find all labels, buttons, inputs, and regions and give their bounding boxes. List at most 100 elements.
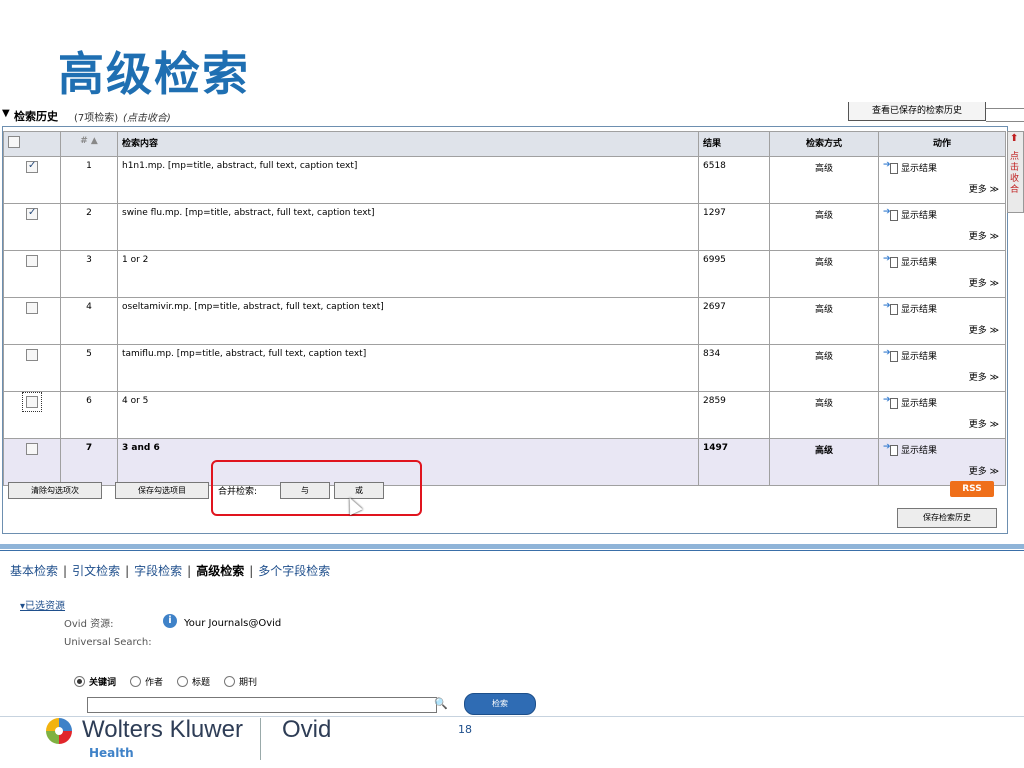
side-collapse-tab[interactable]: ⬆ 点击收合 <box>1007 131 1024 213</box>
search-mode-nav: 基本检索 | 引文检索 | 字段检索 | 高级检索 | 多个字段检索 <box>10 562 330 579</box>
show-results-label: 显示结果 <box>901 258 938 268</box>
show-results-icon <box>883 442 898 456</box>
header-num[interactable]: # ▲ <box>60 131 118 157</box>
info-icon[interactable]: i <box>163 614 177 628</box>
up-arrow-icon: ⬆ <box>1010 133 1019 144</box>
select-all-cell[interactable] <box>3 131 61 157</box>
table-row: 2swine flu.mp. [mp=title, abstract, full… <box>3 203 1006 251</box>
row-query: 4 or 5 <box>117 391 699 439</box>
row-checkbox[interactable] <box>26 207 38 220</box>
history-button-bar: 清除勾选项次 保存勾选项目 合并检索: 与 或 <box>3 477 1004 501</box>
search-field-radio[interactable]: 期刊 <box>224 675 257 688</box>
row-query: 1 or 2 <box>117 250 699 298</box>
more-link[interactable]: 更多 ≫ <box>883 229 1001 242</box>
show-results-label: 显示结果 <box>901 305 938 315</box>
more-link[interactable]: 更多 ≫ <box>883 182 1001 195</box>
nav-separator: | <box>187 564 192 578</box>
search-field-radio[interactable]: 关键词 <box>74 675 116 688</box>
row-checkbox-cell[interactable] <box>3 156 61 204</box>
save-selected-button[interactable]: 保存勾选项目 <box>115 482 209 499</box>
show-results-link[interactable]: 显示结果 <box>883 254 1001 269</box>
collapse-hint-link[interactable]: (点击收合) <box>123 109 171 124</box>
wolters-kluwer-logo <box>46 718 72 744</box>
nav-separator: | <box>125 564 130 578</box>
show-results-icon <box>883 301 898 315</box>
brand-name: Wolters Kluwer <box>82 716 243 743</box>
more-link[interactable]: 更多 ≫ <box>883 276 1001 289</box>
row-method: 高级 <box>769 297 879 345</box>
search-field-radio[interactable]: 标题 <box>177 675 210 688</box>
nav-separator: | <box>63 564 68 578</box>
row-results: 6518 <box>698 156 770 204</box>
row-checkbox-cell[interactable] <box>3 344 61 392</box>
show-results-label: 显示结果 <box>901 352 938 362</box>
collapse-triangle-icon[interactable]: ▼ <box>2 108 10 119</box>
clear-selected-button[interactable]: 清除勾选项次 <box>8 482 102 499</box>
table-row: 31 or 26995高级显示结果更多 ≫ <box>3 250 1006 298</box>
more-link[interactable]: 更多 ≫ <box>883 323 1001 336</box>
row-checkbox[interactable] <box>22 392 42 412</box>
row-query: h1n1.mp. [mp=title, abstract, full text,… <box>117 156 699 204</box>
more-link[interactable]: 更多 ≫ <box>883 370 1001 383</box>
nav-item[interactable]: 引文检索 <box>72 564 120 578</box>
show-results-label: 显示结果 <box>901 164 938 174</box>
search-button[interactable]: 检索 <box>464 693 536 715</box>
row-number: 6 <box>60 391 118 439</box>
show-results-link[interactable]: 显示结果 <box>883 348 1001 363</box>
history-table: # ▲ 检索内容 结果 检索方式 动作 1h1n1.mp. [mp=title,… <box>3 131 1006 486</box>
radio-dot-icon[interactable] <box>224 676 236 687</box>
history-count: (7项检索) <box>74 113 119 124</box>
row-checkbox[interactable] <box>26 302 38 314</box>
header-content: 检索内容 <box>117 131 699 157</box>
radio-label: 关键词 <box>89 678 117 688</box>
rss-label: RSS <box>962 484 982 494</box>
more-link[interactable]: 更多 ≫ <box>883 464 1001 477</box>
table-row: 4 oseltamivir.mp. [mp=title, abstract, fu… <box>3 297 1006 345</box>
row-checkbox-cell[interactable] <box>3 391 61 439</box>
row-method: 高级 <box>769 391 879 439</box>
row-checkbox[interactable] <box>26 443 38 455</box>
row-checkbox[interactable] <box>26 255 38 267</box>
search-input[interactable] <box>87 697 437 713</box>
selected-resources-toggle[interactable]: ▾已选资源 <box>20 597 65 612</box>
radio-dot-icon[interactable] <box>74 676 85 687</box>
row-results: 1297 <box>698 203 770 251</box>
show-results-link[interactable]: 显示结果 <box>883 301 1001 316</box>
row-checkbox[interactable] <box>26 160 38 173</box>
ovid-resources-value: Your Journals@Ovid <box>184 618 282 629</box>
show-results-link[interactable]: 显示结果 <box>883 395 1001 410</box>
nav-item[interactable]: 高级检索 <box>196 564 244 578</box>
radio-dot-icon[interactable] <box>177 676 189 687</box>
show-results-link[interactable]: 显示结果 <box>883 442 1001 457</box>
row-method: 高级 <box>769 203 879 251</box>
brand-sub: Health <box>89 746 134 760</box>
select-all-checkbox[interactable] <box>8 136 20 148</box>
nav-item[interactable]: 字段检索 <box>134 564 182 578</box>
rss-button[interactable]: RSS <box>950 481 994 497</box>
row-actions: 显示结果更多 ≫ <box>878 344 1006 392</box>
row-checkbox-cell[interactable] <box>3 203 61 251</box>
more-link[interactable]: 更多 ≫ <box>883 417 1001 430</box>
row-query: oseltamivir.mp. [mp=title, abstract, ful… <box>117 297 699 345</box>
radio-dot-icon[interactable] <box>130 676 142 687</box>
nav-item[interactable]: 基本检索 <box>10 564 58 578</box>
row-method: 高级 <box>769 156 879 204</box>
row-checkbox[interactable] <box>26 349 38 361</box>
row-actions: 显示结果更多 ≫ <box>878 297 1006 345</box>
view-saved-history-button[interactable]: 查看已保存的检索历史 <box>848 102 986 121</box>
show-results-link[interactable]: 显示结果 <box>883 207 1001 222</box>
search-field-radio[interactable]: 作者 <box>130 675 163 688</box>
highlight-box <box>211 460 422 516</box>
row-results: 2697 <box>698 297 770 345</box>
row-results: 6995 <box>698 250 770 298</box>
nav-item[interactable]: 多个字段检索 <box>258 564 330 578</box>
show-results-link[interactable]: 显示结果 <box>883 160 1001 175</box>
row-checkbox-cell[interactable] <box>3 297 61 345</box>
show-results-icon <box>883 348 898 362</box>
radio-label: 标题 <box>192 678 211 688</box>
show-results-icon <box>883 254 898 268</box>
save-history-button[interactable]: 保存检索历史 <box>897 508 997 528</box>
row-results: 834 <box>698 344 770 392</box>
row-checkbox-cell[interactable] <box>3 250 61 298</box>
search-icon[interactable]: 🔍 <box>434 697 450 711</box>
